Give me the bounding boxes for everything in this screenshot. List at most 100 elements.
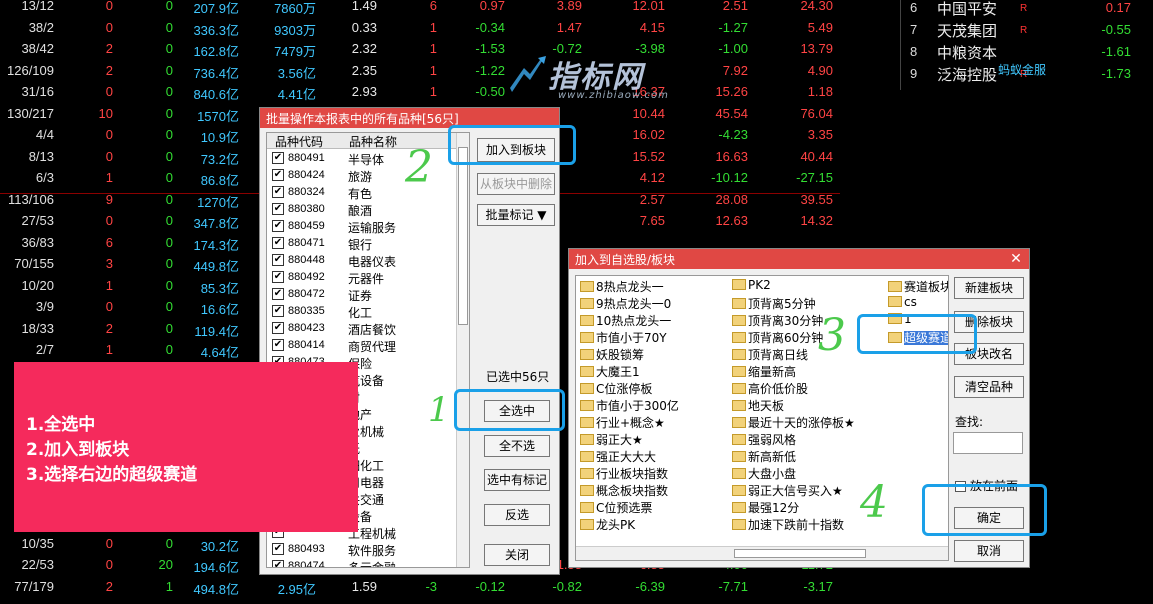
block-item[interactable]: 顶背离日线 xyxy=(732,346,808,363)
item-code: 880424 xyxy=(288,169,325,181)
block-item[interactable]: 市值小于300亿 xyxy=(580,397,679,414)
block-item[interactable]: cs xyxy=(888,295,917,312)
checkbox-checked-icon[interactable]: ✔ xyxy=(272,169,284,181)
folder-icon xyxy=(580,434,594,445)
checkbox-checked-icon[interactable]: ✔ xyxy=(272,237,284,249)
list-item[interactable]: 7 天茂集团 R -0.55 xyxy=(900,20,1153,42)
block-item[interactable]: 大魔王1 xyxy=(580,363,640,380)
block-item[interactable]: 9热点龙头一0 xyxy=(580,295,671,312)
table-cell: 2.35 xyxy=(351,62,377,78)
block-item[interactable]: 市值小于70Y xyxy=(580,329,667,346)
block-item[interactable]: 弱正大信号买入★ xyxy=(732,482,843,499)
new-block-button[interactable]: 新建板块 xyxy=(954,277,1024,299)
block-item[interactable]: C位涨停板 xyxy=(580,380,652,397)
list-scrollbar[interactable] xyxy=(456,133,469,567)
block-item[interactable]: 最强12分 xyxy=(732,499,799,516)
list-item[interactable]: ✔ 880472 证券 xyxy=(269,286,459,303)
checkbox-checked-icon[interactable]: ✔ xyxy=(272,186,284,198)
list-item[interactable]: ✔ 880380 酿酒 xyxy=(269,201,459,218)
block-item[interactable]: 顶背离5分钟 xyxy=(732,295,816,312)
item-code: 880448 xyxy=(288,254,325,266)
col-header-code: 品种代码 xyxy=(275,135,324,149)
block-item[interactable]: 10热点龙头一 xyxy=(580,312,671,329)
block-item[interactable]: 强弱风格 xyxy=(732,431,796,448)
checkbox-checked-icon[interactable]: ✔ xyxy=(272,271,284,283)
invert-selection-button[interactable]: 反选 xyxy=(484,504,550,526)
find-input[interactable] xyxy=(953,432,1023,454)
block-item[interactable]: 行业+概念★ xyxy=(580,414,665,431)
list-item[interactable]: ✔ 880474 多元金融 xyxy=(269,558,459,567)
checkbox-checked-icon[interactable]: ✔ xyxy=(272,322,284,334)
horizontal-scrollbar[interactable] xyxy=(576,546,948,560)
checkbox-checked-icon[interactable]: ✔ xyxy=(272,203,284,215)
checkbox-checked-icon[interactable]: ✔ xyxy=(272,543,284,555)
checkbox-checked-icon[interactable]: ✔ xyxy=(272,339,284,351)
block-item[interactable]: 高价低价股 xyxy=(732,380,808,397)
scroll-thumb[interactable] xyxy=(734,549,866,558)
item-code: 880380 xyxy=(288,203,325,215)
checkbox-checked-icon[interactable]: ✔ xyxy=(272,220,284,232)
list-item[interactable]: ✔ 880423 酒店餐饮 xyxy=(269,320,459,337)
table-cell: 22/53 xyxy=(21,557,54,572)
list-item[interactable]: ✔ 880414 商贸代理 xyxy=(269,337,459,354)
clear-stocks-button[interactable]: 清空品种 xyxy=(954,376,1024,398)
table-row[interactable]: 77/179 2 1 494.8亿 2.95亿 1.59 -3 -0.12 -0.82 -6.39… xyxy=(0,576,840,598)
block-item[interactable]: 赛道板块 xyxy=(888,278,948,295)
block-item[interactable]: 缩量新高 xyxy=(732,363,796,380)
block-item[interactable]: 最近十天的涨停板★ xyxy=(732,414,855,431)
block-item[interactable]: C位预选票 xyxy=(580,499,652,516)
cancel-button[interactable]: 取消 xyxy=(954,540,1024,562)
table-row[interactable]: 38/42 2 0 162.8亿 7479万 2.32 1 -1.53 -0.72 -3.98 -1… xyxy=(0,38,840,60)
checkbox-checked-icon[interactable]: ✔ xyxy=(272,254,284,266)
table-cell: 0 xyxy=(105,0,113,13)
block-item[interactable]: 弱正大★ xyxy=(580,431,643,448)
table-cell: -1.22 xyxy=(475,62,505,78)
block-name: 市值小于70Y xyxy=(596,331,667,345)
table-row[interactable]: 126/109 2 0 736.4亿 3.56亿 2.35 1 -1.22 7.92 4.90 xyxy=(0,60,840,82)
block-item[interactable]: PK2 xyxy=(732,278,771,295)
select-marked-button[interactable]: 选中有标记 xyxy=(484,469,550,491)
remove-from-block-button[interactable]: 从板块中删除 xyxy=(477,173,555,195)
table-cell: 0 xyxy=(165,0,173,13)
block-item[interactable]: 龙头PK xyxy=(580,516,635,533)
block-item[interactable]: 地天板 xyxy=(732,397,784,414)
list-item[interactable]: 6 中国平安 R 0.17 xyxy=(900,0,1153,20)
checkbox-checked-icon[interactable]: ✔ xyxy=(272,305,284,317)
table-row[interactable]: 13/12 0 0 207.9亿 7860万 1.49 6 0.97 3.89 12.01 2.51… xyxy=(0,0,840,17)
list-item[interactable]: ✔ 880471 银行 xyxy=(269,235,459,252)
block-name: 大魔王1 xyxy=(596,365,640,379)
table-cell: 1270亿 xyxy=(197,194,239,210)
table-cell: 0 xyxy=(105,148,113,164)
block-item[interactable]: 妖股锁筹 xyxy=(580,346,644,363)
table-cell: 1.49 xyxy=(351,0,377,13)
batch-mark-button[interactable]: 批量标记 ▼ xyxy=(477,204,555,226)
select-none-button[interactable]: 全不选 xyxy=(484,435,550,457)
block-item[interactable]: 顶背离60分钟 xyxy=(732,329,823,346)
close-button[interactable]: 关闭 xyxy=(484,544,550,566)
block-item[interactable]: 行业板块指数 xyxy=(580,465,668,482)
table-row[interactable]: 38/2 0 0 336.3亿 9303万 0.33 1 -0.34 1.47 4.15 -1.27… xyxy=(0,17,840,39)
block-item[interactable]: 强正大大大 xyxy=(580,448,656,465)
list-item[interactable]: ✔ 880493 软件服务 xyxy=(269,541,459,558)
block-item[interactable]: 8热点龙头一 xyxy=(580,278,664,295)
block-item[interactable]: 新高新低 xyxy=(732,448,796,465)
table-cell: 2/7 xyxy=(35,342,54,357)
list-item[interactable]: ✔ 880492 元器件 xyxy=(269,269,459,286)
table-row[interactable]: 31/16 0 0 840.6亿 4.41亿 2.93 1 -0.50 16.37 15.26 1.… xyxy=(0,81,840,103)
close-icon[interactable]: ✕ xyxy=(1003,249,1029,269)
table-cell: 36/83 xyxy=(21,234,54,250)
list-item[interactable]: ✔ 880448 电器仪表 xyxy=(269,252,459,269)
list-item[interactable]: ✔ 880459 运输服务 xyxy=(269,218,459,235)
scroll-thumb[interactable] xyxy=(458,147,468,325)
block-item[interactable]: 加速下跌前十指数 xyxy=(732,516,844,533)
checkbox-checked-icon[interactable]: ✔ xyxy=(272,288,284,300)
block-item[interactable]: 顶背离30分钟 xyxy=(732,312,823,329)
checkbox-checked-icon[interactable]: ✔ xyxy=(272,560,284,567)
block-item[interactable]: 概念板块指数 xyxy=(580,482,668,499)
table-cell: 347.8亿 xyxy=(193,216,239,231)
checkbox-checked-icon[interactable]: ✔ xyxy=(272,152,284,164)
table-cell: 45.54 xyxy=(715,105,748,121)
change-value: -1.73 xyxy=(1101,66,1131,81)
block-item[interactable]: 大盘小盘 xyxy=(732,465,796,482)
list-item[interactable]: ✔ 880335 化工 xyxy=(269,303,459,320)
